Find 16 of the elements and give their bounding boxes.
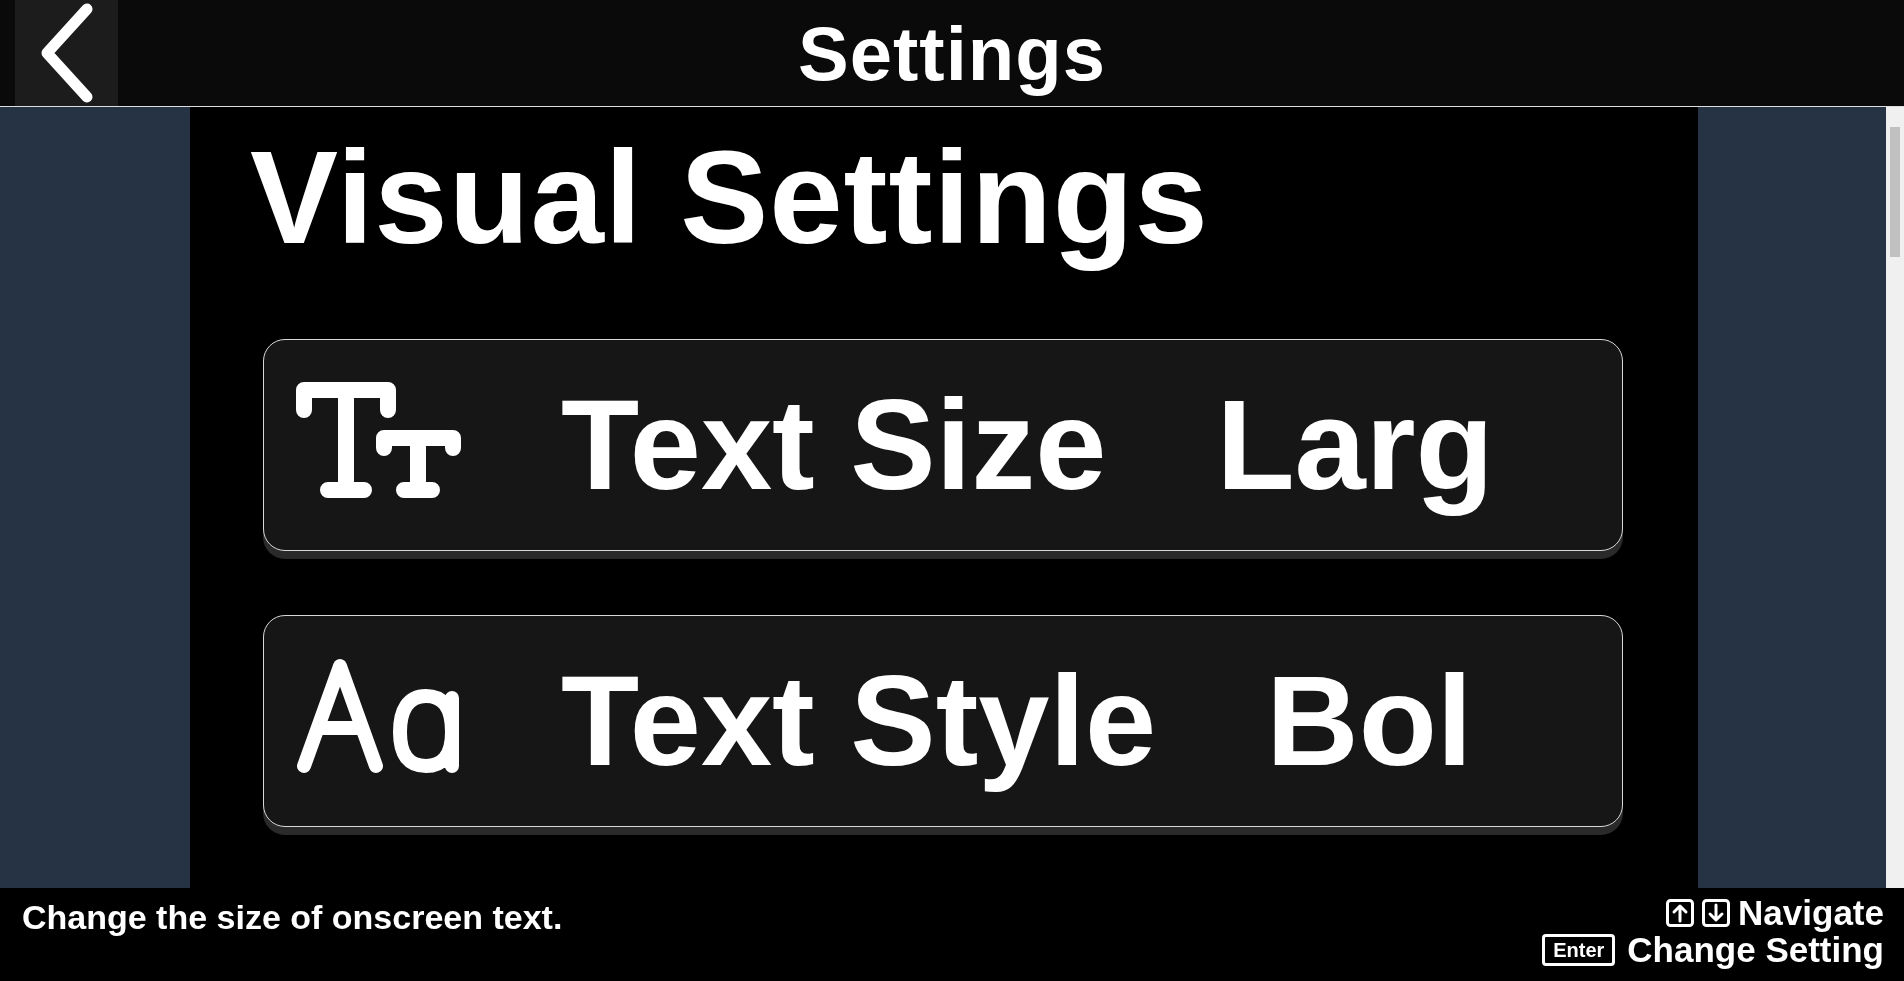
- setting-value: Bol: [1266, 651, 1473, 792]
- back-button[interactable]: [15, 0, 118, 106]
- setting-value: Larg: [1216, 375, 1494, 516]
- enter-key: Enter: [1542, 933, 1616, 966]
- control-hint: Navigate: [1738, 895, 1884, 930]
- down-key-icon: [1702, 898, 1731, 927]
- setting-label: Text Style: [561, 651, 1157, 792]
- setting-label: Text Size: [561, 375, 1107, 516]
- hint-text: Change the size of onscreen text.: [22, 897, 563, 937]
- text-size-icon: [296, 382, 461, 501]
- control-hint: Change Setting: [1627, 932, 1884, 967]
- section-title: Visual Settings: [250, 123, 1210, 273]
- scroll-thumb[interactable]: [1890, 127, 1900, 257]
- scroll-bar[interactable]: [1886, 107, 1904, 888]
- page-title: Settings: [798, 9, 1106, 97]
- up-key-icon: [1666, 898, 1695, 927]
